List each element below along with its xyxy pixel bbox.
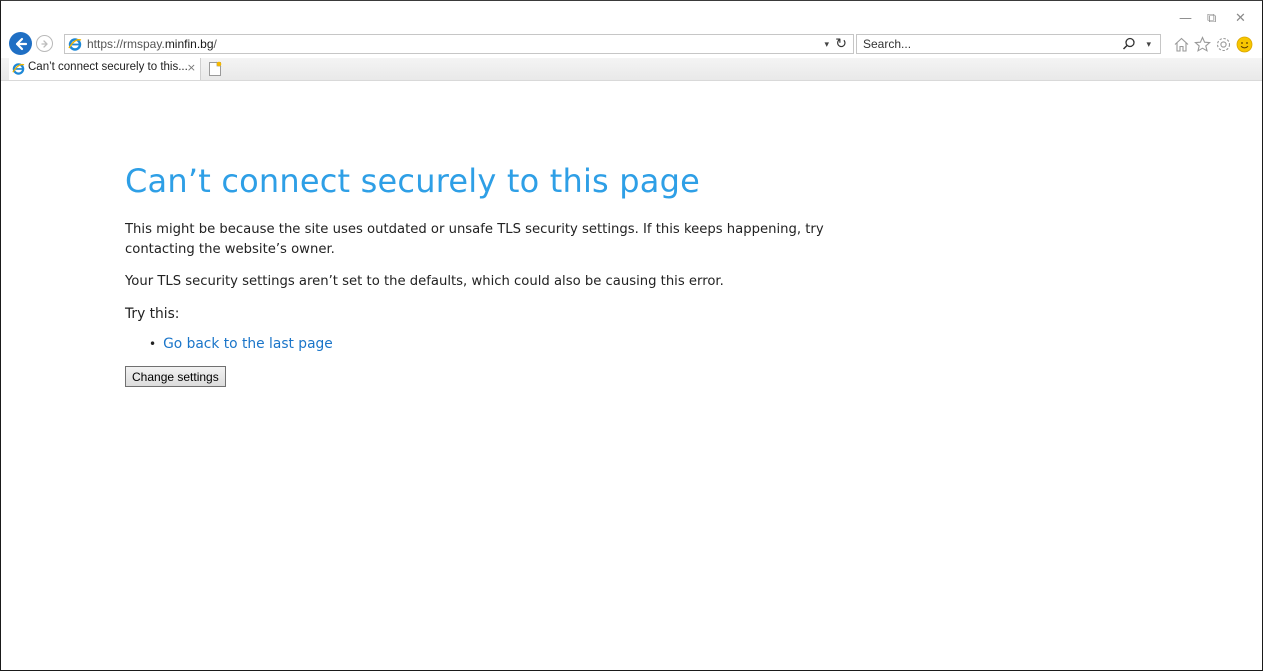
list-item: • Go back to the last page bbox=[149, 336, 845, 352]
error-description: This might be because the site uses outd… bbox=[125, 222, 824, 257]
suggestion-list: • Go back to the last page bbox=[125, 336, 845, 352]
tab-bar: Can’t connect securely to this... × bbox=[1, 58, 1262, 81]
search-icon[interactable] bbox=[1122, 37, 1136, 51]
tab-active[interactable]: Can’t connect securely to this... × bbox=[9, 58, 201, 80]
url-text: https://rmspay.minfin.bg/ bbox=[87, 37, 217, 51]
address-bar[interactable]: https://rmspay.minfin.bg/ ▾ ↻ bbox=[64, 34, 854, 54]
error-page-content: Can’t connect securely to this page This… bbox=[125, 156, 845, 387]
restore-button[interactable]: ⧉ bbox=[1207, 11, 1216, 26]
browser-window: — ⧉ ✕ https://rmspay.minfin.bg/ ▾ ↻ Sear… bbox=[0, 0, 1263, 671]
new-tab-icon[interactable] bbox=[206, 60, 224, 78]
settings-gear-icon[interactable] bbox=[1215, 36, 1232, 53]
home-icon[interactable] bbox=[1173, 36, 1190, 53]
tab-close-icon[interactable]: × bbox=[187, 61, 196, 74]
close-button[interactable]: ✕ bbox=[1235, 11, 1246, 26]
ie-logo-icon bbox=[12, 63, 25, 75]
forward-button[interactable] bbox=[36, 35, 53, 52]
refresh-icon[interactable]: ↻ bbox=[835, 36, 847, 52]
go-back-link[interactable]: Go back to the last page bbox=[163, 336, 333, 352]
search-dropdown-icon[interactable]: ▾ bbox=[1146, 40, 1151, 50]
try-this-label: Try this: bbox=[125, 306, 180, 322]
bullet: • bbox=[149, 337, 157, 351]
navigation-toolbar: https://rmspay.minfin.bg/ ▾ ↻ Search... … bbox=[1, 31, 1262, 58]
page-title: Can’t connect securely to this page bbox=[125, 162, 701, 200]
tab-title: Can’t connect securely to this... bbox=[28, 61, 188, 73]
search-box[interactable]: Search... ▾ bbox=[856, 34, 1161, 54]
feedback-smiley-icon[interactable] bbox=[1236, 36, 1253, 53]
change-settings-button[interactable]: Change settings bbox=[125, 366, 226, 387]
minimize-button[interactable]: — bbox=[1179, 11, 1192, 26]
back-button[interactable] bbox=[9, 32, 32, 55]
favorites-star-icon[interactable] bbox=[1194, 36, 1211, 53]
back-arrow-icon bbox=[15, 37, 27, 50]
tls-settings-note: Your TLS security settings aren’t set to… bbox=[125, 274, 724, 289]
ie-logo-icon bbox=[68, 38, 82, 51]
forward-arrow-icon bbox=[40, 39, 48, 48]
address-dropdown-icon[interactable]: ▾ bbox=[824, 40, 829, 50]
search-input[interactable]: Search... bbox=[863, 37, 911, 51]
